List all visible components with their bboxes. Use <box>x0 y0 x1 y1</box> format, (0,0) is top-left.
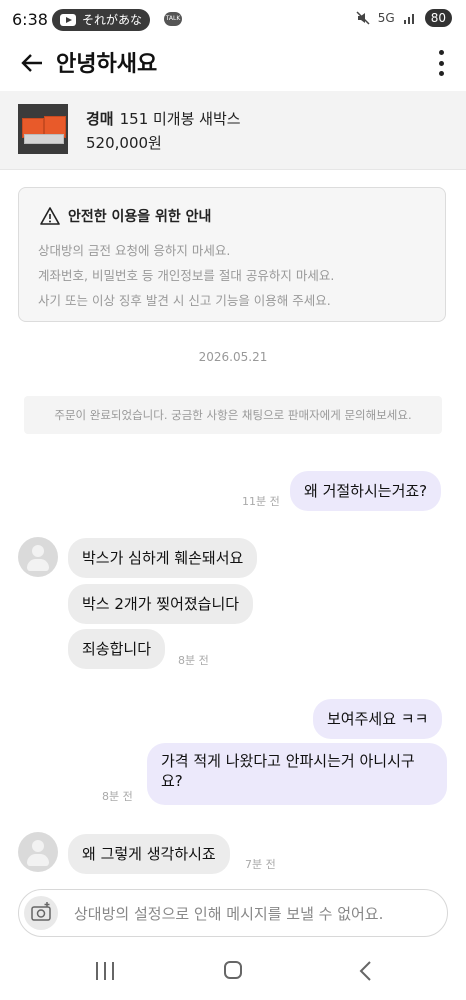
message-bubble-theirs[interactable]: 죄송합니다 <box>68 629 166 669</box>
notification-text: それがあな <box>82 13 143 27</box>
message-time: 7분 전 <box>245 858 276 871</box>
home-button[interactable] <box>224 961 242 979</box>
youtube-icon <box>60 14 76 26</box>
message-time: 11분 전 <box>242 495 280 508</box>
back-button[interactable] <box>18 48 48 78</box>
message-time: 8분 전 <box>178 654 209 667</box>
message-bubble-theirs[interactable]: 박스 2개가 찢어졌습니다 <box>68 584 254 624</box>
notice-title-text: 안전한 이용을 위한 안내 <box>68 209 212 225</box>
message-time: 8분 전 <box>102 790 133 803</box>
product-thumbnail[interactable] <box>18 104 68 154</box>
date-divider: 2026.05.21 <box>198 350 268 364</box>
message-input-placeholder: 상대방의 설정으로 인해 메시지를 보낼 수 없어요. <box>74 905 384 923</box>
product-bar[interactable] <box>0 91 466 170</box>
user-icon <box>32 545 44 557</box>
notification-pill: それがあな <box>52 9 151 31</box>
battery-icon: 80 <box>424 9 452 27</box>
avatar[interactable] <box>18 537 58 577</box>
message-bubble-mine[interactable]: 왜 거절하시는거죠? <box>290 471 442 511</box>
message-bubble-theirs[interactable]: 박스가 심하게 훼손돼서요 <box>68 538 258 578</box>
recent-apps-icon <box>96 962 98 980</box>
message-text-line: 요? <box>161 772 183 790</box>
notice-title: 안전한 이용을 위한 안내 <box>40 206 211 226</box>
status-time: 6:38 <box>12 10 48 29</box>
camera-plus-icon <box>31 902 51 921</box>
mute-icon <box>356 11 370 25</box>
signal-icon <box>403 14 414 24</box>
more-options-button[interactable] <box>438 50 444 76</box>
message-bubble-mine[interactable]: 가격 적게 나왔다고 안파시는거 아니시구 요? <box>147 743 447 805</box>
chevron-left-icon <box>359 961 371 981</box>
user-icon <box>32 840 44 852</box>
product-name: 151 미개봉 새박스 <box>119 110 241 128</box>
notice-line: 사기 또는 이상 징후 발견 시 신고 기능을 이용해 주세요. <box>38 293 331 308</box>
chat-title: 안녕하새요 <box>56 52 158 77</box>
message-bubble-mine[interactable]: 보여주세요 ㅋㅋ <box>313 699 443 739</box>
notice-line: 계좌번호, 비밀번호 등 개인정보를 절대 공유하지 마세요. <box>38 268 335 283</box>
product-title: 경매 151 미개봉 새박스 <box>86 108 241 129</box>
recent-apps-button[interactable] <box>96 962 114 980</box>
system-message: 주문이 완료되었습니다. 궁금한 사항은 채팅으로 판매자에게 문의해보세요. <box>24 396 442 434</box>
message-text-line: 가격 적게 나왔다고 안파시는거 아니시구 <box>161 752 415 770</box>
system-back-button[interactable] <box>356 960 376 982</box>
network-label: 5G <box>377 11 395 25</box>
more-dot-icon <box>438 50 444 55</box>
attach-photo-button[interactable] <box>24 896 58 930</box>
product-tag: 경매 <box>86 110 114 128</box>
status-icons: 5G 80 <box>356 9 452 27</box>
talk-icon: TALK <box>164 12 182 26</box>
notice-line: 상대방의 금전 요청에 응하지 마세요. <box>38 243 231 258</box>
product-price: 520,000원 <box>86 134 162 152</box>
message-bubble-theirs[interactable]: 왜 그렇게 생각하시죠 <box>68 834 230 874</box>
warning-icon <box>40 207 60 225</box>
status-bar: 6:38 それがあな TALK 5G 80 <box>0 0 466 40</box>
avatar[interactable] <box>18 832 58 872</box>
arrow-left-icon <box>21 54 42 72</box>
